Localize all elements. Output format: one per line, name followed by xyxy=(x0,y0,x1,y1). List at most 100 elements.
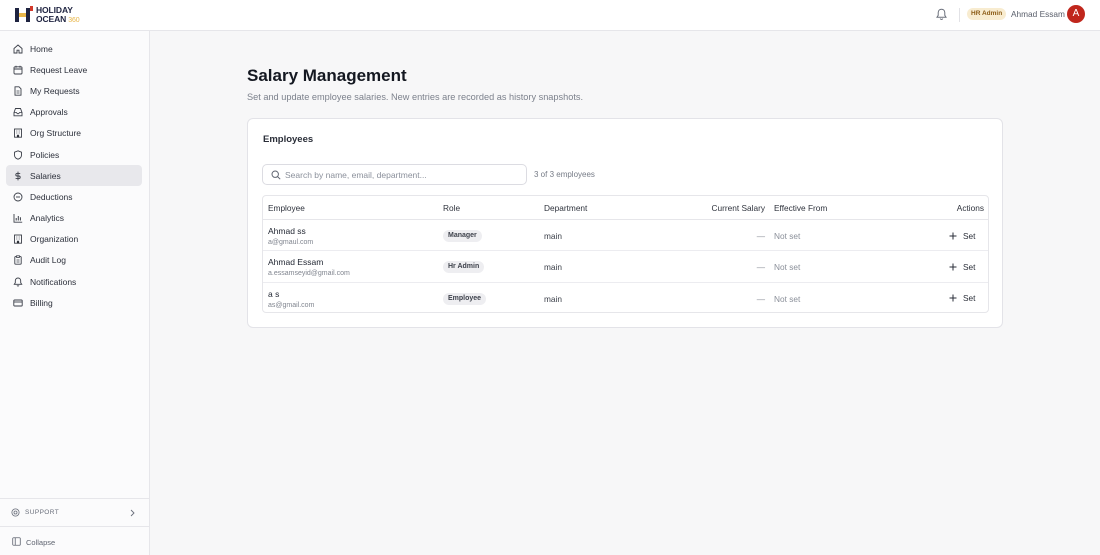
employee-name: Ahmad ss xyxy=(268,226,306,236)
employee-name: a s xyxy=(268,288,280,299)
clipboard-icon xyxy=(14,255,22,266)
sidebar-item-request-leave[interactable]: Request Leave xyxy=(6,59,142,80)
sidebar-item-salaries[interactable]: Salaries xyxy=(6,165,142,187)
avatar[interactable]: A xyxy=(1067,5,1085,23)
notifications-bell-icon[interactable] xyxy=(936,8,947,21)
column-header-employee: Employee xyxy=(268,203,305,213)
logo-mark-icon xyxy=(15,6,33,22)
sidebar-item-label: Analytics xyxy=(30,213,65,224)
table-row: Ahmad Essam a.essamseyid@gmail.com Hr Ad… xyxy=(263,251,988,283)
set-salary-button[interactable]: Set xyxy=(949,228,975,243)
sidebar-item-my-requests[interactable]: My Requests xyxy=(6,80,142,101)
employee-count: 3 of 3 employees xyxy=(534,170,595,179)
dollar-icon xyxy=(15,171,21,181)
sidebar-item-label: Request Leave xyxy=(30,64,88,75)
sidebar-item-approvals[interactable]: Approvals xyxy=(6,102,142,123)
column-header-actions: Actions xyxy=(956,203,984,213)
sidebar-item-label: My Requests xyxy=(30,85,80,96)
sidebar-item-analytics[interactable]: Analytics xyxy=(6,208,142,229)
sidebar-item-notifications[interactable]: Notifications xyxy=(6,271,142,292)
home-icon xyxy=(13,43,23,54)
department: main xyxy=(544,231,562,241)
header-divider xyxy=(959,8,960,22)
sidebar-item-organization[interactable]: Organization xyxy=(6,229,142,250)
inbox-icon xyxy=(13,108,23,117)
role-pill: Manager xyxy=(443,230,482,242)
sidebar-item-label: Deductions xyxy=(30,191,73,202)
bell-icon xyxy=(13,277,23,287)
current-salary: — xyxy=(756,231,765,241)
chevron-right-icon xyxy=(130,509,135,517)
sidebar-item-policies[interactable]: Policies xyxy=(6,144,142,165)
building-icon xyxy=(14,128,22,138)
sidebar-item-home[interactable]: Home xyxy=(6,38,142,59)
column-header-current-salary: Current Salary xyxy=(711,203,766,213)
effective-from: Not set xyxy=(774,231,801,241)
sidebar-item-label: Notifications xyxy=(30,276,77,287)
user-name[interactable]: Ahmad Essam xyxy=(1011,9,1065,19)
effective-from: Not set xyxy=(774,293,801,304)
set-button-label: Set xyxy=(963,293,976,304)
table-row: a s as@gmail.com Employee main — Not set… xyxy=(263,283,988,312)
plus-icon xyxy=(949,294,957,302)
minus-circle-icon xyxy=(13,192,23,202)
collapse-label: Collapse xyxy=(26,538,56,547)
search-box[interactable] xyxy=(262,164,527,185)
employee-email: a.essamseyid@gmail.com xyxy=(268,270,350,278)
support-label: SUPPORT xyxy=(25,509,60,516)
search-icon xyxy=(271,170,281,180)
current-salary: — xyxy=(756,293,765,304)
calendar-icon xyxy=(13,65,23,75)
search-input[interactable] xyxy=(285,168,521,182)
logo-suffix: 360 xyxy=(68,16,80,24)
employee-email: as@gmail.com xyxy=(268,301,315,309)
column-header-department: Department xyxy=(544,203,588,213)
role-pill: Employee xyxy=(443,292,487,305)
table-header: Employee Role Department Current Salary … xyxy=(263,196,988,220)
employee-name: Ahmad Essam xyxy=(268,257,324,268)
sidebar-item-org-structure[interactable]: Org Structure xyxy=(6,123,142,144)
credit-card-icon xyxy=(13,299,23,307)
sidebar-item-label: Organization xyxy=(30,234,79,245)
bar-chart-icon xyxy=(13,214,23,223)
sidebar-item-billing[interactable]: Billing xyxy=(6,292,142,313)
logo-text: HOLIDAY OCEAN 360 xyxy=(36,6,80,25)
sidebar-collapse-icon xyxy=(12,537,21,546)
employee-email: a@gmaul.com xyxy=(268,239,314,246)
effective-from: Not set xyxy=(774,262,801,273)
logo-line2-text: OCEAN xyxy=(36,13,67,24)
role-pill: Hr Admin xyxy=(443,261,485,274)
shield-icon xyxy=(14,149,22,160)
role-badge: HR Admin xyxy=(967,8,1007,20)
sidebar-item-label: Audit Log xyxy=(30,255,66,266)
column-header-effective-from: Effective From xyxy=(774,203,828,213)
sidebar: Home Request Leave My Requests Approvals… xyxy=(0,31,150,555)
sidebar-item-deductions[interactable]: Deductions xyxy=(6,186,142,207)
page-title: Salary Management xyxy=(247,66,407,85)
department: main xyxy=(544,262,562,273)
table-row: Ahmad ss a@gmaul.com Manager main — Not … xyxy=(263,220,988,252)
employees-table: Employee Role Department Current Salary … xyxy=(262,195,989,313)
sidebar-item-label: Approvals xyxy=(30,107,68,118)
page-subtitle: Set and update employee salaries. New en… xyxy=(247,92,584,102)
collapse-sidebar-button[interactable]: Collapse xyxy=(0,534,149,552)
sidebar-item-label: Org Structure xyxy=(30,128,82,139)
employees-card: Employees 3 of 3 employees Employee Role… xyxy=(247,118,1003,328)
sidebar-item-label: Home xyxy=(30,43,53,54)
sidebar-item-audit-log[interactable]: Audit Log xyxy=(6,250,142,271)
support-section[interactable]: SUPPORT xyxy=(0,498,149,527)
current-salary: — xyxy=(756,262,765,273)
set-salary-button[interactable]: Set xyxy=(949,259,975,274)
top-header: HOLIDAY OCEAN 360 HR Admin Ahmad Essam A xyxy=(0,0,1100,31)
plus-icon xyxy=(949,263,957,271)
document-icon xyxy=(14,86,22,96)
app-logo[interactable]: HOLIDAY OCEAN 360 xyxy=(14,5,86,25)
lifebuoy-icon xyxy=(11,508,20,517)
column-header-role: Role xyxy=(443,203,461,213)
building-icon xyxy=(14,234,22,244)
plus-icon xyxy=(949,232,957,239)
set-salary-button[interactable]: Set xyxy=(949,291,975,306)
sidebar-item-label: Policies xyxy=(30,149,60,160)
department: main xyxy=(544,293,562,304)
set-button-label: Set xyxy=(963,230,976,241)
